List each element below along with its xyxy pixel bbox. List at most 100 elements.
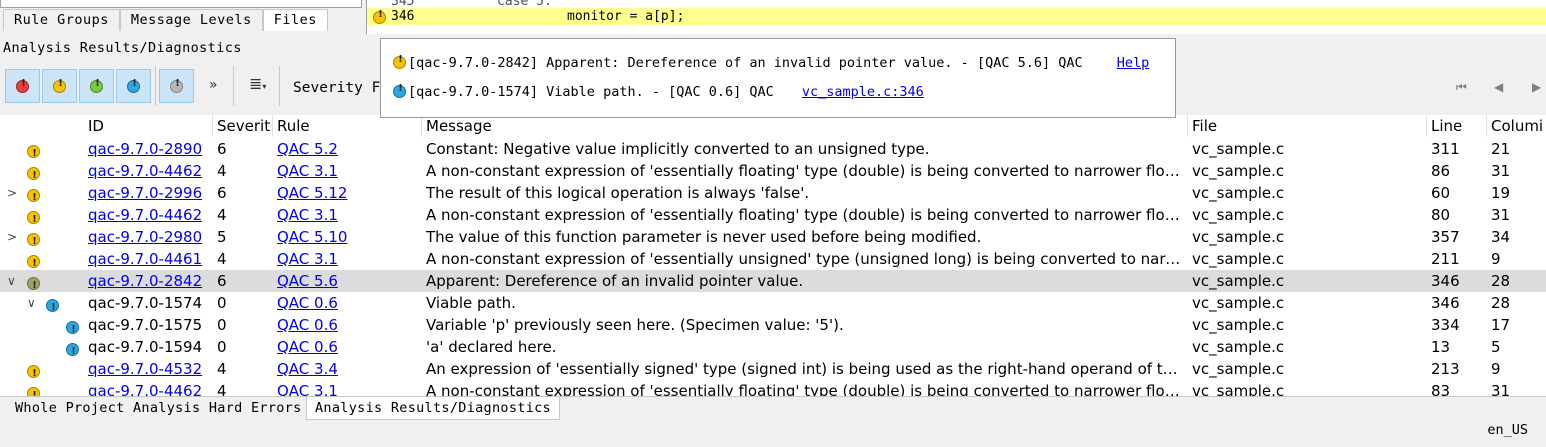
cell-id[interactable]: qac-9.7.0-4462 <box>88 204 212 226</box>
cell-rule[interactable]: QAC 5.2 <box>277 138 417 160</box>
table-row[interactable]: qac-9.7.0-4461 4 QAC 3.1 A non-constant exp… <box>0 248 1546 275</box>
cell-line: 311 <box>1431 140 1460 158</box>
column-header-id[interactable]: ID <box>84 115 213 137</box>
cell-rule[interactable]: QAC 0.6 <box>277 314 417 336</box>
cell-rule[interactable]: QAC 5.6 <box>277 270 417 292</box>
cell-rule[interactable]: QAC 0.6 <box>277 336 417 358</box>
column-header-column[interactable]: Columi <box>1487 115 1546 137</box>
results-table: ID Severit Rule Message File Line Columi… <box>0 115 1546 396</box>
cell-column: 34 <box>1491 228 1511 246</box>
cell-file: vc_sample.c <box>1192 140 1285 158</box>
cell-file: vc_sample.c <box>1192 162 1285 180</box>
table-row[interactable]: ∨ qac-9.7.0-2842 6 QAC 5.6 Apparent: Derefer… <box>0 270 1546 297</box>
table-row[interactable]: qac-9.7.0-4462 4 QAC 3.1 A non-constant exp… <box>0 380 1546 396</box>
cell-rule[interactable]: QAC 5.12 <box>277 182 417 204</box>
filter-error-button[interactable] <box>5 69 40 103</box>
cell-id[interactable]: qac-9.7.0-2890 <box>88 138 212 160</box>
table-row[interactable]: ∨ qac-9.7.0-1574 0 QAC 0.6 Viable path. vc_sa… <box>0 292 1546 319</box>
cell-id[interactable]: qac-9.7.0-4532 <box>88 358 212 380</box>
table-row[interactable]: qac-9.7.0-4462 4 QAC 3.1 A non-constant exp… <box>0 204 1546 231</box>
code-line[interactable]: monitor = a[p]; <box>567 8 684 25</box>
code-editor[interactable]: 345 case 5: 346 monitor = a[p]; <box>366 0 1546 34</box>
cell-id: qac-9.7.0-1574 <box>88 294 203 312</box>
cell-line: 211 <box>1431 250 1460 268</box>
tab-files[interactable]: Files <box>262 9 328 31</box>
column-header-file[interactable]: File <box>1188 115 1427 137</box>
table-row[interactable]: qac-9.7.0-4532 4 QAC 3.4 An expression of '… <box>0 358 1546 385</box>
cell-id: qac-9.7.0-1575 <box>88 316 203 334</box>
tab-hard-errors[interactable]: Whole Project Analysis Hard Errors <box>7 397 310 419</box>
cell-severity: 4 <box>217 360 227 378</box>
severity-icon <box>27 275 41 297</box>
cell-line: 357 <box>1431 228 1460 246</box>
cell-rule[interactable]: QAC 0.6 <box>277 292 417 314</box>
table-row[interactable]: qac-9.7.0-2890 6 QAC 5.2 Constant: Negative… <box>0 138 1546 165</box>
cell-column: 31 <box>1491 162 1511 180</box>
severity-icon <box>27 231 41 253</box>
suppressed-icon <box>170 78 184 93</box>
cell-severity: 6 <box>217 272 227 290</box>
more-button[interactable]: » <box>209 77 218 93</box>
first-result-icon[interactable]: ⏮ <box>1456 80 1467 95</box>
cell-column: 31 <box>1491 206 1511 224</box>
cell-id[interactable]: qac-9.7.0-2980 <box>88 226 212 248</box>
tab-rule-groups[interactable]: Rule Groups <box>3 9 120 31</box>
prev-result-icon[interactable]: ◀ <box>1494 80 1503 94</box>
source-location-link[interactable]: vc_sample.c:346 <box>802 84 924 100</box>
filter-info-button[interactable] <box>79 69 114 103</box>
cell-id[interactable]: qac-9.7.0-4462 <box>88 160 212 182</box>
column-header-rule[interactable]: Rule <box>273 115 422 137</box>
cell-message: A non-constant expression of 'essentiall… <box>426 250 1183 268</box>
current-line-highlight <box>367 8 1546 25</box>
warning-gutter-icon[interactable] <box>373 9 387 24</box>
column-header-line[interactable]: Line <box>1427 115 1487 137</box>
tab-analysis-results[interactable]: Analysis Results/Diagnostics <box>306 397 560 420</box>
table-row[interactable]: qac-9.7.0-4462 4 QAC 3.1 A non-constant exp… <box>0 160 1546 187</box>
cell-rule[interactable]: QAC 3.4 <box>277 358 417 380</box>
row-expander-icon[interactable]: ∨ <box>7 270 16 292</box>
cell-id[interactable]: qac-9.7.0-2996 <box>88 182 212 204</box>
cell-column: 5 <box>1491 338 1501 356</box>
table-row[interactable]: > qac-9.7.0-2980 5 QAC 5.10 The value of thi… <box>0 226 1546 253</box>
column-header-message[interactable]: Message <box>422 115 1188 137</box>
cell-message: An expression of 'essentially signed' ty… <box>426 360 1183 378</box>
filter-suppressed-button[interactable] <box>159 69 194 103</box>
filter-note-button[interactable] <box>116 69 151 103</box>
cell-severity: 4 <box>217 250 227 268</box>
cell-id[interactable]: qac-9.7.0-2842 <box>88 270 212 292</box>
cell-rule[interactable]: QAC 3.1 <box>277 204 417 226</box>
tooltip-text-2: [qac-9.7.0-1574] Viable path. - [QAC 0.6… <box>408 84 774 100</box>
cell-rule[interactable]: QAC 3.1 <box>277 380 417 396</box>
cell-message: The result of this logical operation is … <box>426 184 810 202</box>
cell-id: qac-9.7.0-1594 <box>88 338 203 356</box>
filter-warning-button[interactable] <box>42 69 77 103</box>
cell-message: The value of this function parameter is … <box>426 228 982 246</box>
table-row[interactable]: > qac-9.7.0-2996 6 QAC 5.12 The result of th… <box>0 182 1546 209</box>
cell-line: 86 <box>1431 162 1451 180</box>
list-menu-icon[interactable]: ≣▾ <box>249 74 266 93</box>
cell-id[interactable]: qac-9.7.0-4461 <box>88 248 212 270</box>
row-expander-icon[interactable]: > <box>7 226 17 248</box>
cell-file: vc_sample.c <box>1192 228 1285 246</box>
cell-line: 213 <box>1431 360 1460 378</box>
tab-message-levels[interactable]: Message Levels <box>119 9 263 31</box>
table-row[interactable]: qac-9.7.0-1575 0 QAC 0.6 Variable 'p' previ… <box>0 314 1546 341</box>
note-icon <box>127 78 141 93</box>
table-row[interactable]: qac-9.7.0-1594 0 QAC 0.6 'a' declared here.… <box>0 336 1546 363</box>
column-header-severity[interactable]: Severit <box>213 115 273 137</box>
cell-message: Apparent: Dereference of an invalid poin… <box>426 272 804 290</box>
cell-column: 28 <box>1491 272 1511 290</box>
row-expander-icon[interactable]: ∨ <box>27 292 36 314</box>
severity-icon <box>27 187 41 209</box>
row-expander-icon[interactable]: > <box>7 182 17 204</box>
help-link[interactable]: Help <box>1117 55 1150 71</box>
cell-rule[interactable]: QAC 3.1 <box>277 160 417 182</box>
cell-id[interactable]: qac-9.7.0-4462 <box>88 380 212 396</box>
severity-filter-label[interactable]: Severity Fi <box>293 80 389 96</box>
cell-rule[interactable]: QAC 5.10 <box>277 226 417 248</box>
severity-icon <box>27 363 41 385</box>
next-result-icon[interactable]: ▶ <box>1532 80 1541 94</box>
severity-icon <box>27 165 41 187</box>
cell-rule[interactable]: QAC 3.1 <box>277 248 417 270</box>
severity-icon <box>66 341 80 363</box>
